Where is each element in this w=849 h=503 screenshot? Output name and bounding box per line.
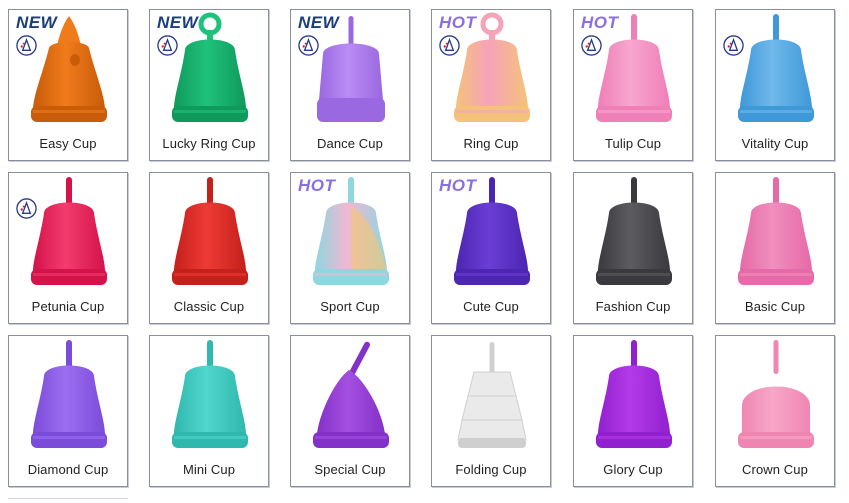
product-card[interactable]: HOT Sport Cup (290, 172, 410, 324)
new-badge: NEW (16, 13, 58, 32)
brand-logo-icon (581, 35, 602, 56)
cup-image (313, 341, 389, 448)
product-name[interactable]: Cute Cup (432, 299, 550, 314)
product-name[interactable]: Crown Cup (716, 462, 834, 477)
product-name[interactable]: Special Cup (291, 462, 409, 477)
product-card[interactable]: Classic Cup (149, 172, 269, 324)
product-name[interactable]: Glory Cup (574, 462, 692, 477)
product-card[interactable]: NEW Easy Cup (8, 9, 128, 161)
product-card[interactable]: HOT Ring Cup (431, 9, 551, 161)
product-card[interactable]: Petunia Cup (8, 172, 128, 324)
cup-image (738, 340, 814, 448)
cup-image (172, 340, 248, 448)
product-card[interactable]: Fashion Cup (573, 172, 693, 324)
product-name[interactable]: Sport Cup (291, 299, 409, 314)
product-name[interactable]: Easy Cup (9, 136, 127, 151)
product-name[interactable]: Mini Cup (150, 462, 268, 477)
product-card[interactable]: Special Cup (290, 335, 410, 487)
product-card[interactable]: Diamond Cup (8, 335, 128, 487)
cup-image (457, 342, 527, 448)
product-card[interactable]: Glory Cup (573, 335, 693, 487)
cup-image (31, 177, 107, 285)
cup-image (31, 340, 107, 448)
product-name[interactable]: Folding Cup (432, 462, 550, 477)
brand-logo-icon (16, 198, 37, 219)
brand-logo-icon (157, 35, 178, 56)
product-name[interactable]: Vitality Cup (716, 136, 834, 151)
cup-image (596, 177, 672, 285)
product-name[interactable]: Tulip Cup (574, 136, 692, 151)
product-name[interactable]: Lucky Ring Cup (150, 136, 268, 151)
cup-image (738, 14, 814, 122)
product-card[interactable]: Folding Cup (431, 335, 551, 487)
cup-image (596, 340, 672, 448)
brand-logo-icon (439, 35, 460, 56)
brand-logo-icon (723, 35, 744, 56)
brand-logo-icon (16, 35, 37, 56)
new-badge: NEW (157, 13, 199, 32)
hot-badge: HOT (581, 13, 619, 32)
product-name[interactable]: Diamond Cup (9, 462, 127, 477)
product-name[interactable]: Fashion Cup (574, 299, 692, 314)
product-name[interactable]: Petunia Cup (9, 299, 127, 314)
product-card[interactable]: HOT Cute Cup (431, 172, 551, 324)
product-card[interactable]: NEW Dance Cup (290, 9, 410, 161)
hot-badge: HOT (298, 176, 336, 195)
product-card[interactable]: Vitality Cup (715, 9, 835, 161)
product-card[interactable]: Crown Cup (715, 335, 835, 487)
product-card[interactable]: Mini Cup (149, 335, 269, 487)
product-card[interactable]: Basic Cup (715, 172, 835, 324)
hot-badge: HOT (439, 13, 477, 32)
product-name[interactable]: Ring Cup (432, 136, 550, 151)
product-card[interactable]: HOT Tulip Cup (573, 9, 693, 161)
brand-logo-icon (298, 35, 319, 56)
new-badge: NEW (298, 13, 340, 32)
product-name[interactable]: Dance Cup (291, 136, 409, 151)
hot-badge: HOT (439, 176, 477, 195)
cup-image (172, 177, 248, 285)
product-name[interactable]: Basic Cup (716, 299, 834, 314)
divider (8, 498, 128, 499)
product-name[interactable]: Classic Cup (150, 299, 268, 314)
cup-image (738, 177, 814, 285)
product-card[interactable]: NEW Lucky Ring Cup (149, 9, 269, 161)
